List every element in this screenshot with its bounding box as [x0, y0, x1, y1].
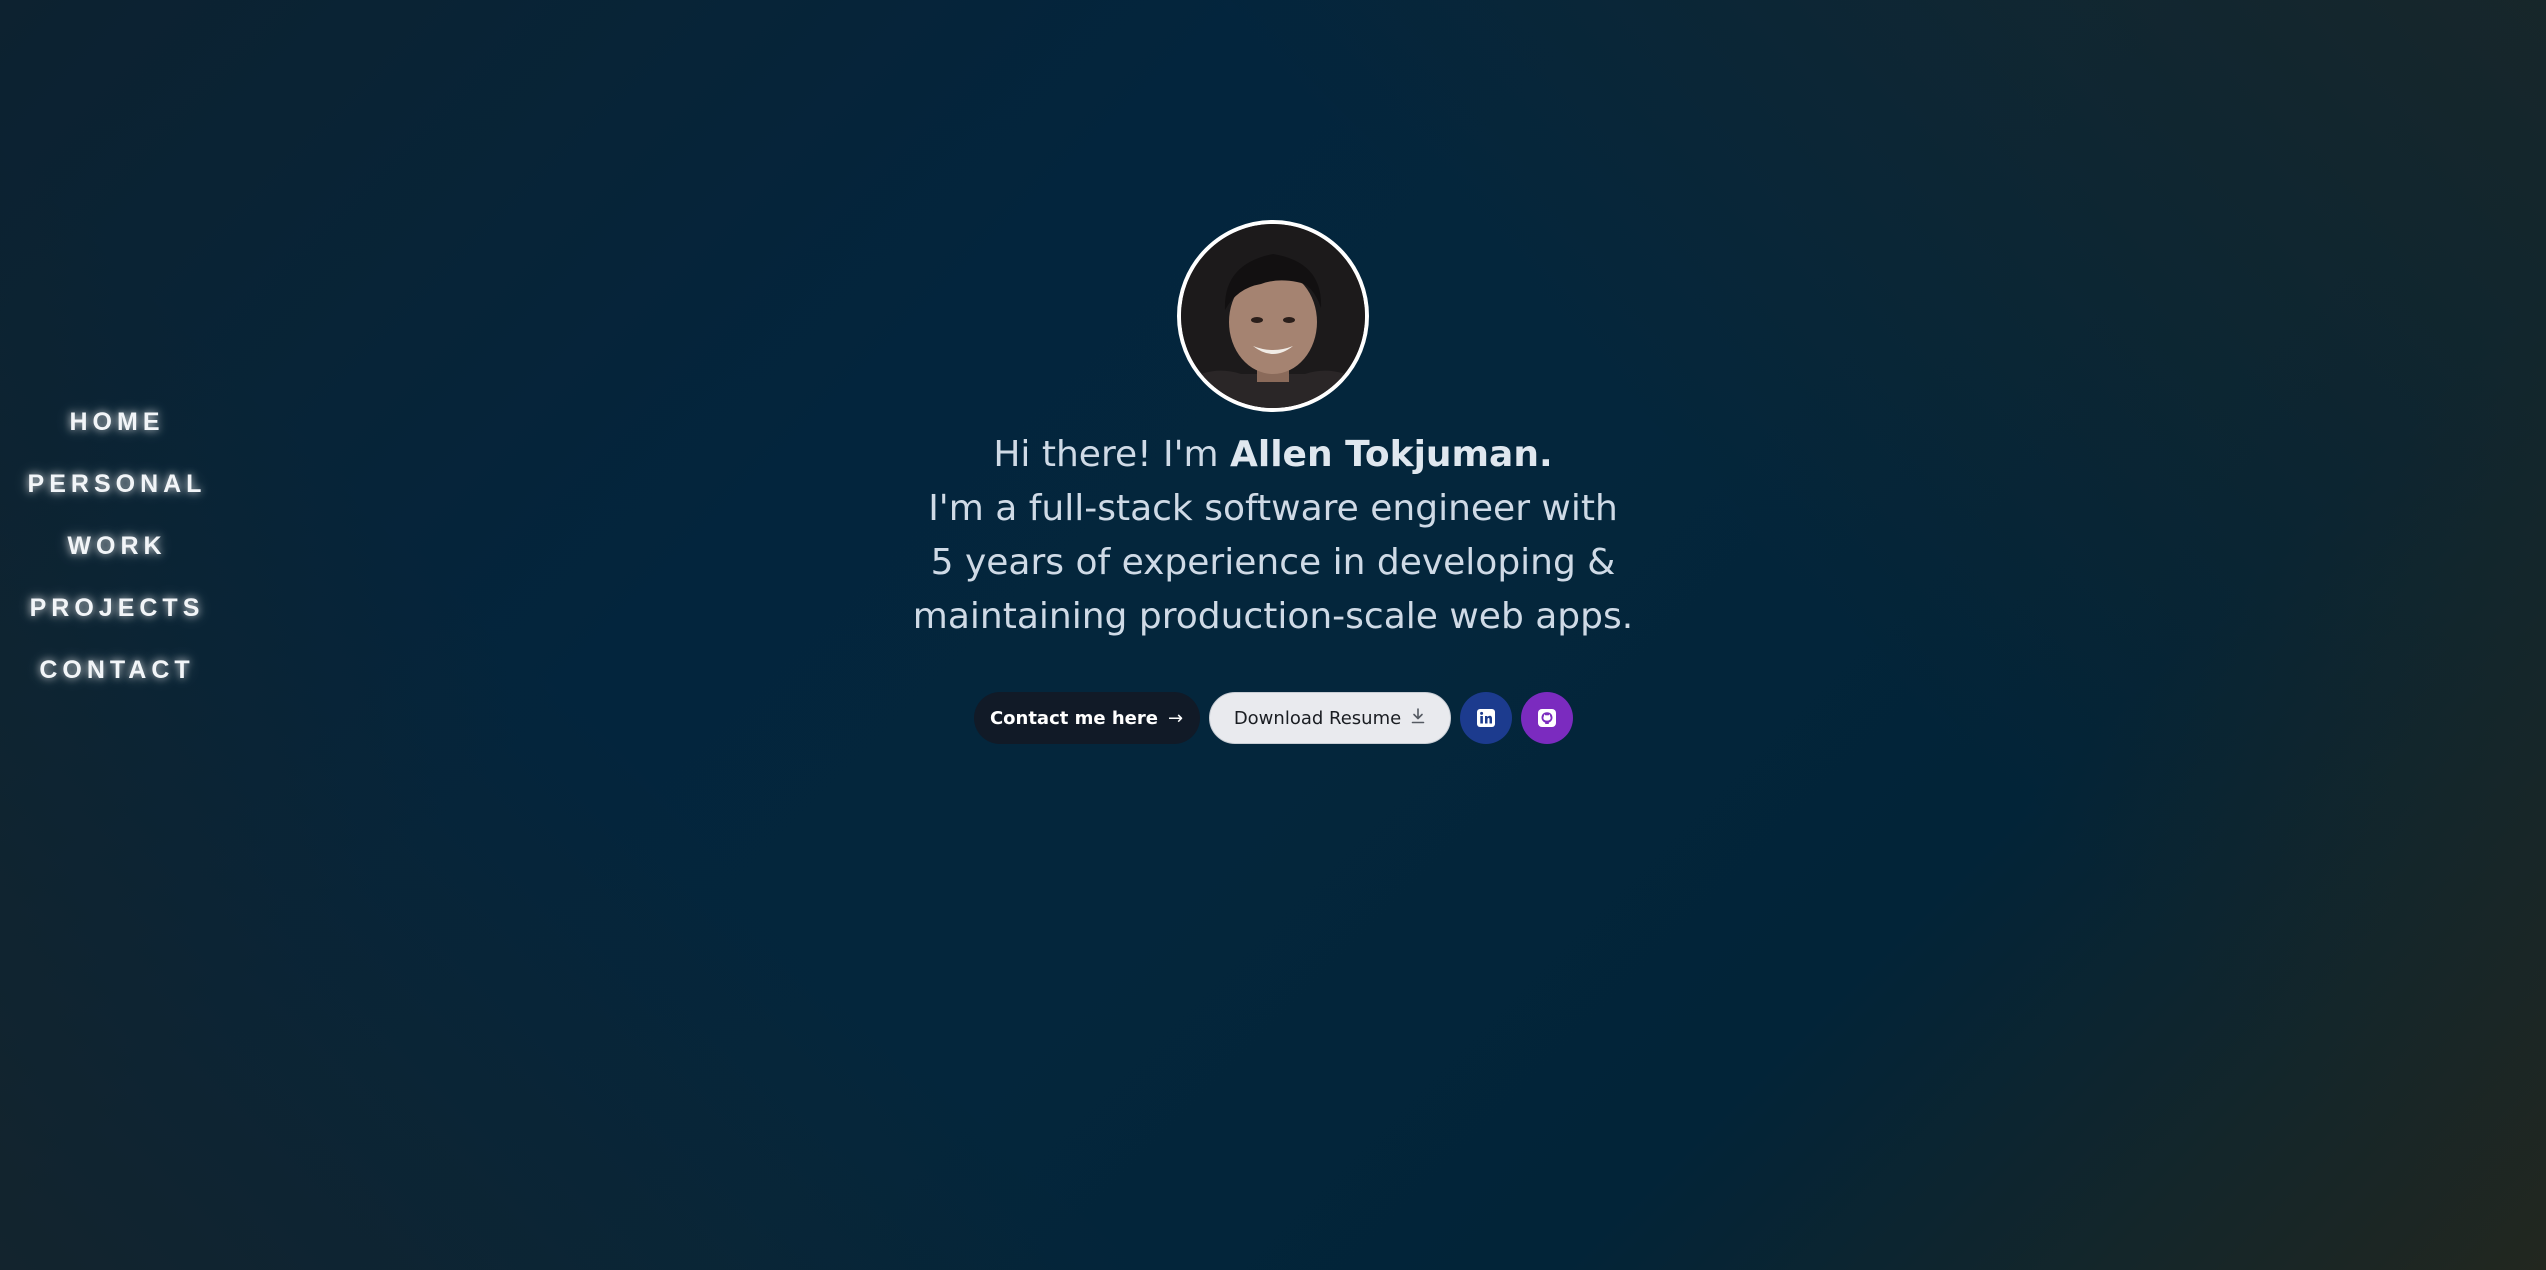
- profile-avatar: [1177, 220, 1369, 412]
- arrow-right-icon: →: [1167, 707, 1184, 729]
- author-name: Allen Tokjuman.: [1230, 434, 1553, 475]
- intro-text: Hi there! I'm Allen Tokjuman. I'm a full…: [913, 428, 1633, 644]
- linkedin-link[interactable]: [1459, 692, 1512, 744]
- download-icon: [1411, 707, 1425, 729]
- contact-button[interactable]: Contact me here →: [973, 692, 1200, 744]
- profile-photo: [1181, 224, 1365, 408]
- bio-line-1: I'm a full-stack software engineer with: [928, 488, 1618, 529]
- hero-actions: Contact me here → Download Resume: [973, 692, 1573, 744]
- github-icon: [1537, 709, 1556, 727]
- download-resume-button[interactable]: Download Resume: [1208, 692, 1451, 744]
- bio-line-2: 5 years of experience in developing &: [930, 542, 1616, 583]
- hero-section: Hi there! I'm Allen Tokjuman. I'm a full…: [0, 220, 2546, 744]
- bio-line-3: maintaining production-scale web apps.: [912, 596, 1634, 637]
- download-resume-label: Download Resume: [1233, 707, 1402, 729]
- github-link[interactable]: [1520, 692, 1573, 744]
- greeting-line: Hi there! I'm Allen Tokjuman.: [913, 428, 1633, 482]
- contact-button-label: Contact me here: [989, 707, 1158, 729]
- greeting-prefix: Hi there! I'm: [993, 434, 1230, 475]
- linkedin-icon: [1476, 709, 1495, 727]
